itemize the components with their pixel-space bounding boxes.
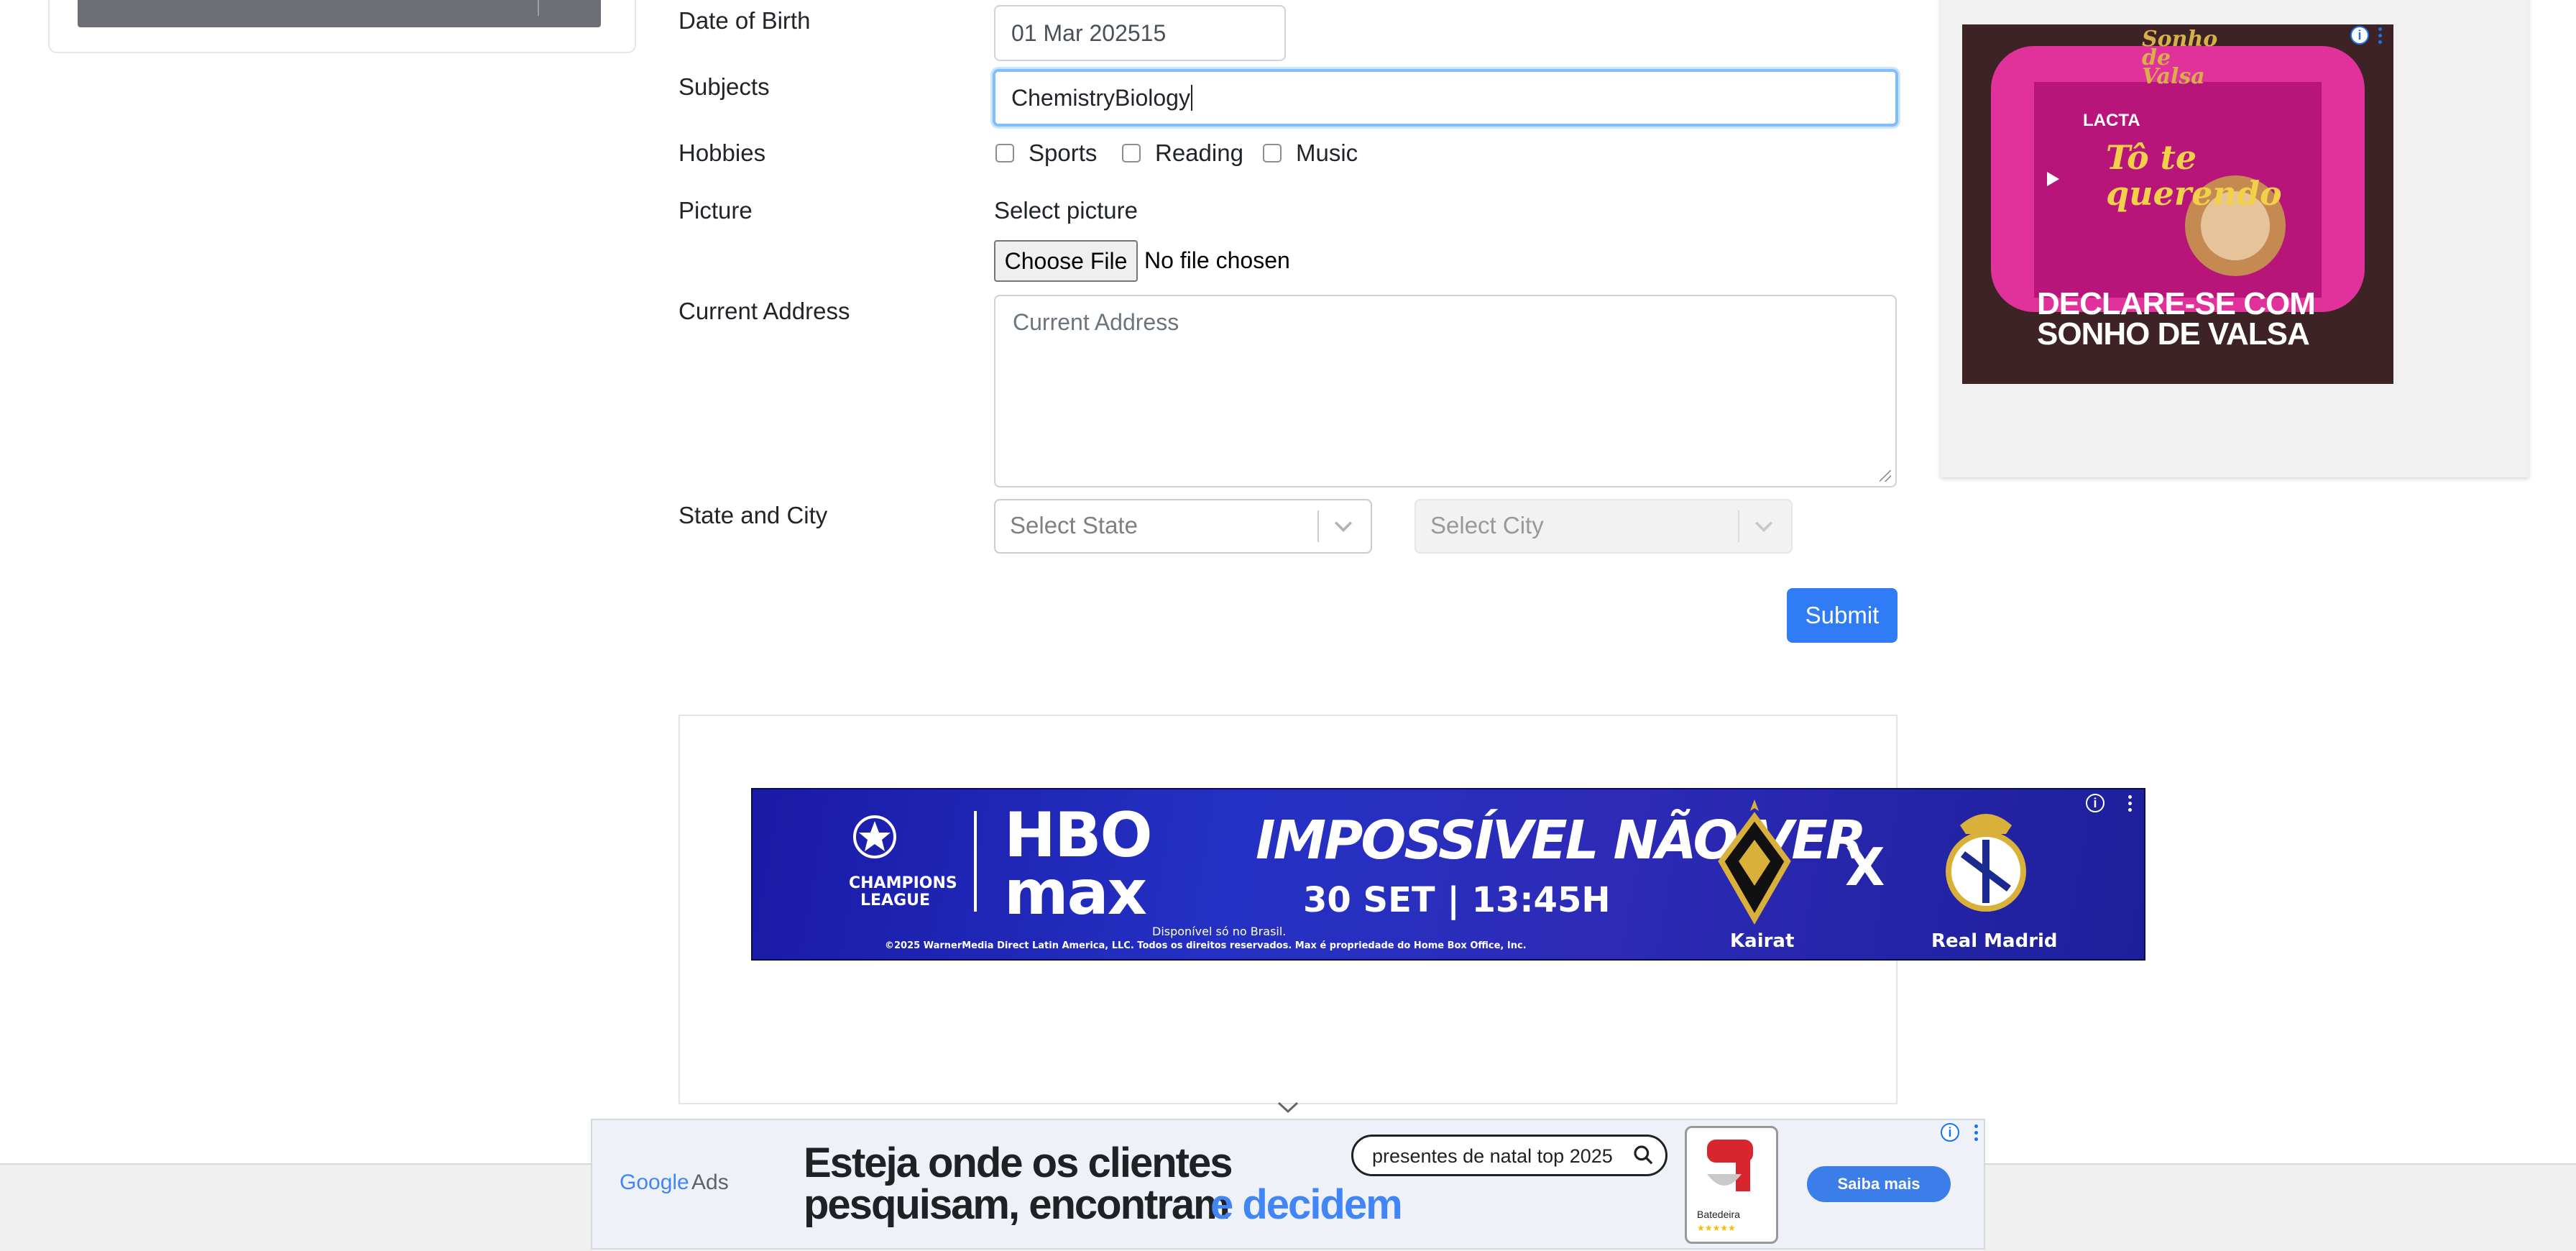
lacta-brand: LACTA	[2083, 111, 2140, 130]
state-separator	[1317, 510, 1319, 542]
hbo-legal: ©2025 WarnerMedia Direct Latin America, …	[885, 940, 1527, 951]
google-search-box[interactable]: presentes de natal top 2025	[1351, 1135, 1668, 1176]
google-headline2a: pesquisam, encontram	[804, 1181, 1230, 1228]
chevron-down-icon[interactable]	[1751, 513, 1777, 539]
sonho-product: Tô te querendo	[2106, 138, 2282, 213]
saiba-mais-button[interactable]: Saiba mais	[1807, 1166, 1951, 1202]
team1-name: Kairat	[1730, 930, 1795, 952]
product-card[interactable]: Batedeira ★★★★★	[1685, 1126, 1778, 1244]
ad-info-icon[interactable]: i	[2086, 794, 2104, 812]
hbo-date: 30 SET | 13:45H	[1303, 880, 1611, 920]
state-city-label: State and City	[678, 502, 828, 528]
sonho-brand: Sonho de Valsa	[2142, 27, 2218, 89]
star-rating-icon: ★★★★★	[1697, 1223, 1736, 1233]
google-ads-banner[interactable]: Google Ads Esteja onde os clientes pesqu…	[591, 1119, 1985, 1250]
hobby-sports-checkbox[interactable]	[995, 144, 1014, 162]
league-line2: LEAGUE	[860, 892, 931, 909]
hobby-music-checkbox[interactable]	[1263, 144, 1282, 162]
play-icon[interactable]	[2041, 168, 2063, 190]
submit-button[interactable]: Submit	[1787, 588, 1898, 643]
hobby-reading-checkbox[interactable]	[1122, 144, 1141, 162]
hobby-sports-label[interactable]: Sports	[1029, 139, 1097, 167]
team2-name: Real Madrid	[1931, 930, 2058, 952]
ad-menu-icon[interactable]	[2128, 795, 2133, 815]
hobby-reading-label[interactable]: Reading	[1155, 139, 1243, 167]
address-label: Current Address	[678, 298, 850, 324]
sidebar-dropdown[interactable]	[78, 0, 601, 27]
no-file-text: No file chosen	[1144, 247, 1290, 273]
ad-menu-icon[interactable]	[1974, 1124, 1979, 1144]
state-placeholder: Select State	[1010, 512, 1138, 539]
product-card-label: Batedeira	[1697, 1209, 1740, 1220]
resize-handle[interactable]	[1880, 470, 1891, 482]
city-separator	[1738, 510, 1739, 542]
address-textarea[interactable]: Current Address	[994, 295, 1897, 487]
ad-info-icon[interactable]: i	[2350, 26, 2369, 45]
hobbies-label: Hobbies	[678, 139, 766, 166]
text-caret	[1190, 85, 1192, 111]
mixer-icon	[1707, 1140, 1753, 1191]
hbo-availability: Disponível só no Brasil.	[1152, 925, 1287, 938]
city-select[interactable]: Select City	[1414, 499, 1793, 554]
sidebar-divider	[538, 0, 539, 16]
address-placeholder: Current Address	[1013, 309, 1179, 335]
ads-label: Ads	[691, 1170, 729, 1194]
hobby-music-label[interactable]: Music	[1296, 139, 1358, 167]
league-line1: CHAMPIONS	[849, 874, 957, 892]
chevron-down-icon[interactable]	[1330, 513, 1356, 539]
chevron-down-icon[interactable]	[1276, 1099, 1300, 1116]
sonho-de-valsa-ad[interactable]: Sonho de Valsa LACTA Tô te querendo DECL…	[1962, 24, 2393, 384]
sonho-headline2: SONHO DE VALSA	[2037, 316, 2310, 352]
select-picture-label: Select picture	[994, 197, 1138, 224]
dob-value: 01 Mar 202515	[1011, 19, 1167, 46]
search-icon	[1634, 1145, 1653, 1165]
hbo-max-banner-ad[interactable]: CHAMPIONS LEAGUE HBO max IMPOSSÍVEL NÃO …	[751, 788, 2145, 961]
hbo-brand-bottom: max	[1004, 857, 1147, 929]
state-select[interactable]: Select State	[994, 499, 1372, 554]
google-headline2b: e decidem	[1210, 1181, 1403, 1228]
dob-label: Date of Birth	[678, 7, 811, 34]
dob-input[interactable]: 01 Mar 202515	[994, 5, 1286, 61]
champions-league-star-icon	[853, 815, 896, 858]
city-placeholder: Select City	[1430, 512, 1544, 539]
subjects-value: ChemistryBiology	[1011, 84, 1190, 111]
kairat-crest-icon	[1718, 799, 1791, 925]
google-headline1: Esteja onde os clientes	[804, 1140, 1233, 1186]
real-madrid-crest-icon	[1946, 814, 2026, 912]
banner-divider	[974, 811, 977, 912]
google-search-text: presentes de natal top 2025	[1372, 1145, 1613, 1167]
versus-text: X	[1845, 837, 1885, 897]
ad-info-icon[interactable]: i	[1941, 1123, 1959, 1142]
subjects-input[interactable]: ChemistryBiology	[993, 69, 1898, 127]
picture-label: Picture	[678, 197, 753, 224]
ad-menu-icon[interactable]	[2378, 27, 2383, 47]
subjects-label: Subjects	[678, 73, 770, 100]
choose-file-button[interactable]: Choose File	[994, 240, 1138, 282]
google-logo: Google	[620, 1170, 689, 1194]
